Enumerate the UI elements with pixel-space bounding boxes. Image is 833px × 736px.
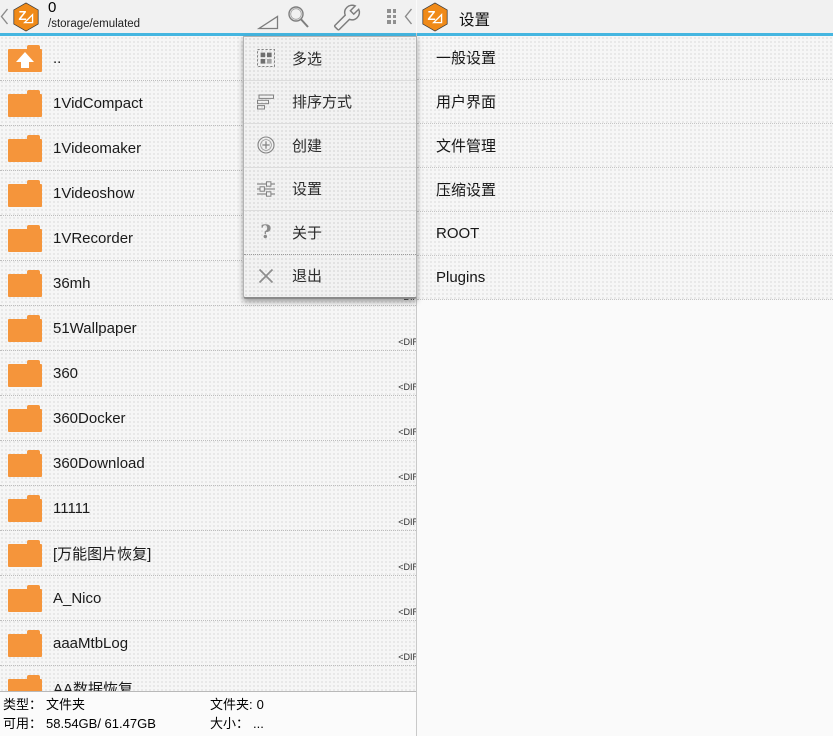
file-row[interactable]: 11111 <DIR (0, 486, 416, 531)
search-icon[interactable] (284, 3, 312, 31)
folder-icon (8, 270, 42, 297)
menu-item-about[interactable]: 关于 (244, 211, 416, 255)
file-name: 360 (53, 365, 78, 382)
create-icon (255, 134, 277, 156)
menu-item-settings[interactable]: 设置 (244, 168, 416, 212)
dir-badge: <DIR (398, 427, 416, 437)
file-name: aaaMtbLog (53, 635, 128, 652)
folder-icon (8, 540, 42, 567)
menu-item-multiselect[interactable]: 多选 (244, 37, 416, 81)
folder-up-icon (8, 45, 42, 72)
menu-item-label: 设置 (292, 178, 322, 199)
folder-icon (8, 495, 42, 522)
folder-icon (8, 135, 42, 162)
file-row[interactable]: [万能图片恢复] <DIR (0, 531, 416, 576)
back-chevron-icon[interactable] (0, 8, 9, 25)
file-name: 1Videoshow (53, 185, 134, 202)
status-size: 大小：... (210, 714, 264, 733)
settings-sliders-icon (255, 178, 277, 200)
menu-item-exit[interactable]: 退出 (244, 255, 416, 298)
file-name: 51Wallpaper (53, 320, 137, 337)
resize-triangle-icon[interactable] (257, 15, 279, 30)
settings-item-file-management[interactable]: 文件管理 (417, 124, 833, 168)
settings-item-label: ROOT (436, 225, 479, 242)
settings-item-label: 压缩设置 (436, 179, 496, 200)
settings-title: 设置 (459, 8, 490, 30)
settings-item-label: 文件管理 (436, 135, 496, 156)
about-icon (255, 221, 277, 243)
folder-icon (8, 315, 42, 342)
folder-icon (8, 630, 42, 657)
file-name: 11111 (53, 500, 90, 517)
sort-icon (255, 91, 277, 113)
file-name: [万能图片恢复] (53, 543, 151, 564)
file-row[interactable]: 360Download <DIR (0, 441, 416, 486)
file-row[interactable]: 360 <DIR (0, 351, 416, 396)
window-title: 0 (48, 1, 140, 15)
dir-badge: <DIR (398, 382, 416, 392)
file-name: A_Nico (53, 590, 101, 607)
settings-item-label: Plugins (436, 269, 485, 286)
app-logo: Z (11, 2, 41, 32)
multiselect-icon (255, 47, 277, 69)
settings-item-general[interactable]: 一般设置 (417, 36, 833, 80)
file-name: 360Docker (53, 410, 126, 427)
settings-item-ui[interactable]: 用户界面 (417, 80, 833, 124)
dir-badge: <DIR (398, 652, 416, 662)
folder-icon (8, 225, 42, 252)
menu-item-create[interactable]: 创建 (244, 124, 416, 168)
file-name: 1VidCompact (53, 95, 143, 112)
dir-badge: <DIR (398, 337, 416, 347)
menu-item-label: 关于 (292, 222, 322, 243)
folder-icon (8, 180, 42, 207)
dir-badge: <DIR (398, 562, 416, 572)
current-path: /storage/emulated (48, 17, 140, 31)
settings-item-compression[interactable]: 压缩设置 (417, 168, 833, 212)
settings-item-label: 用户界面 (436, 91, 496, 112)
status-folder-count: 文件夹:0 (210, 695, 264, 714)
pane-splitter-handle[interactable] (387, 9, 396, 25)
header-text: 0 /storage/emulated (48, 1, 140, 31)
settings-header: Z 设置 (417, 0, 833, 36)
file-row[interactable]: aaaMtbLog <DIR (0, 621, 416, 666)
menu-item-label: 退出 (292, 265, 322, 286)
svg-text:Z: Z (19, 8, 27, 23)
folder-icon (8, 360, 42, 387)
file-name: 360Download (53, 455, 145, 472)
settings-item-plugins[interactable]: Plugins (417, 256, 833, 300)
settings-item-root[interactable]: ROOT (417, 212, 833, 256)
folder-icon (8, 405, 42, 432)
file-browser-header: Z 0 /storage/emulated (0, 0, 416, 36)
file-name: .. (53, 50, 61, 67)
exit-icon (255, 265, 277, 287)
dir-badge: <DIR (398, 517, 416, 527)
menu-item-label: 创建 (292, 135, 322, 156)
status-bar: 类型：文件夹 可用：58.54GB/ 61.47GB 文件夹:0 大小：... (0, 691, 416, 736)
settings-back-chevron-icon[interactable] (404, 8, 413, 25)
dir-badge: <DIR (398, 472, 416, 482)
overflow-menu: 多选 排序方式 创建 (243, 36, 417, 299)
status-type: 类型：文件夹 (3, 695, 156, 714)
menu-item-label: 多选 (292, 48, 322, 69)
tools-wrench-icon[interactable] (332, 4, 362, 31)
file-name: 1VRecorder (53, 230, 133, 247)
file-row[interactable]: A_Nico <DIR (0, 576, 416, 621)
file-row[interactable]: 360Docker <DIR (0, 396, 416, 441)
folder-icon (8, 90, 42, 117)
svg-text:Z: Z (428, 8, 436, 23)
settings-item-label: 一般设置 (436, 47, 496, 68)
file-row[interactable]: 51Wallpaper <DIR (0, 306, 416, 351)
file-name: 1Videomaker (53, 140, 141, 157)
settings-list: 一般设置 用户界面 文件管理 压缩设置 ROOT Plugins (417, 36, 833, 300)
menu-item-label: 排序方式 (292, 91, 352, 112)
folder-icon (8, 450, 42, 477)
file-name: 36mh (53, 275, 91, 292)
menu-item-sort[interactable]: 排序方式 (244, 81, 416, 125)
folder-icon (8, 585, 42, 612)
status-free-space: 可用：58.54GB/ 61.47GB (3, 714, 156, 733)
app-logo: Z (420, 2, 450, 32)
dir-badge: <DIR (398, 607, 416, 617)
settings-pane: Z 设置 一般设置 用户界面 文件管理 压缩设置 ROOT Plugins (417, 0, 833, 736)
